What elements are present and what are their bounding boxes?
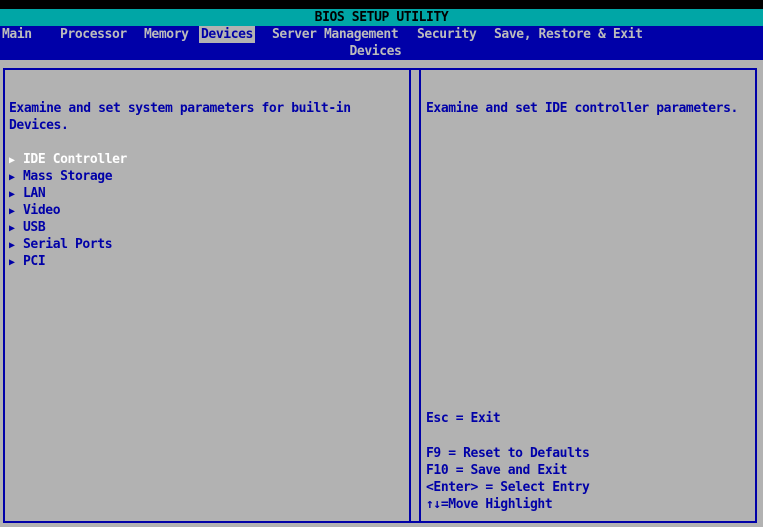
key-help-enter: <Enter> = Select Entry bbox=[426, 480, 590, 495]
menu-devices[interactable]: Devices bbox=[199, 26, 255, 43]
window-title: BIOS SETUP UTILITY bbox=[0, 9, 763, 26]
submenu-item-label: LAN bbox=[23, 186, 46, 201]
key-help-f9: F9 = Reset to Defaults bbox=[426, 446, 590, 461]
menu-security[interactable]: Security bbox=[415, 26, 478, 43]
submenu-item-usb[interactable]: ▶ USB bbox=[9, 219, 127, 236]
submenu-item-pci[interactable]: ▶ PCI bbox=[9, 253, 127, 270]
submenu-item-label: IDE Controller bbox=[23, 152, 127, 167]
top-black-bar bbox=[0, 0, 763, 9]
pane-divider-left bbox=[409, 68, 411, 523]
menu-bar: Main Processor Memory Devices Server Man… bbox=[0, 26, 763, 43]
menu-save-restore-exit[interactable]: Save, Restore & Exit bbox=[492, 26, 645, 43]
submenu-arrow-icon: ▶ bbox=[9, 240, 15, 251]
left-pane-description: Examine and set system parameters for bu… bbox=[9, 100, 351, 134]
submenu-item-serial-ports[interactable]: ▶ Serial Ports bbox=[9, 236, 127, 253]
section-title: Devices bbox=[349, 44, 402, 59]
key-help-f10: F10 = Save and Exit bbox=[426, 463, 568, 478]
submenu-arrow-icon: ▶ bbox=[9, 155, 15, 166]
submenu-arrow-icon: ▶ bbox=[9, 206, 15, 217]
submenu-list: ▶ IDE Controller ▶ Mass Storage ▶ LAN ▶ Vide… bbox=[9, 151, 127, 270]
frame-bottom-border bbox=[3, 521, 757, 523]
frame-left-border bbox=[3, 68, 5, 523]
item-help-text: Examine and set IDE controller parameter… bbox=[426, 101, 738, 116]
submenu-arrow-icon: ▶ bbox=[9, 189, 15, 200]
frame-right-border bbox=[755, 68, 757, 523]
submenu-item-label: PCI bbox=[23, 254, 46, 269]
description-line-2: Devices. bbox=[9, 118, 69, 133]
submenu-item-video[interactable]: ▶ Video bbox=[9, 202, 127, 219]
section-title-bar: Devices bbox=[0, 43, 763, 60]
submenu-item-ide-controller[interactable]: ▶ IDE Controller bbox=[9, 151, 127, 168]
key-help-esc: Esc = Exit bbox=[426, 411, 501, 426]
menu-processor[interactable]: Processor bbox=[58, 26, 129, 43]
submenu-item-lan[interactable]: ▶ LAN bbox=[9, 185, 127, 202]
submenu-item-label: Serial Ports bbox=[23, 237, 113, 252]
submenu-arrow-icon: ▶ bbox=[9, 223, 15, 234]
key-help-arrows: ↑↓=Move Highlight bbox=[426, 497, 553, 512]
description-line-1: Examine and set system parameters for bu… bbox=[9, 101, 351, 116]
menu-main[interactable]: Main bbox=[0, 26, 34, 43]
menu-memory[interactable]: Memory bbox=[142, 26, 191, 43]
submenu-arrow-icon: ▶ bbox=[9, 172, 15, 183]
pane-divider-right bbox=[419, 68, 421, 523]
content-frame: Examine and set system parameters for bu… bbox=[3, 68, 757, 523]
submenu-item-label: USB bbox=[23, 220, 46, 235]
submenu-item-label: Mass Storage bbox=[23, 169, 113, 184]
menu-server-management[interactable]: Server Management bbox=[270, 26, 400, 43]
submenu-item-label: Video bbox=[23, 203, 61, 218]
frame-top-border bbox=[3, 68, 757, 70]
bios-screen: BIOS SETUP UTILITY Main Processor Memory… bbox=[0, 0, 763, 527]
submenu-item-mass-storage[interactable]: ▶ Mass Storage bbox=[9, 168, 127, 185]
submenu-arrow-icon: ▶ bbox=[9, 257, 15, 268]
